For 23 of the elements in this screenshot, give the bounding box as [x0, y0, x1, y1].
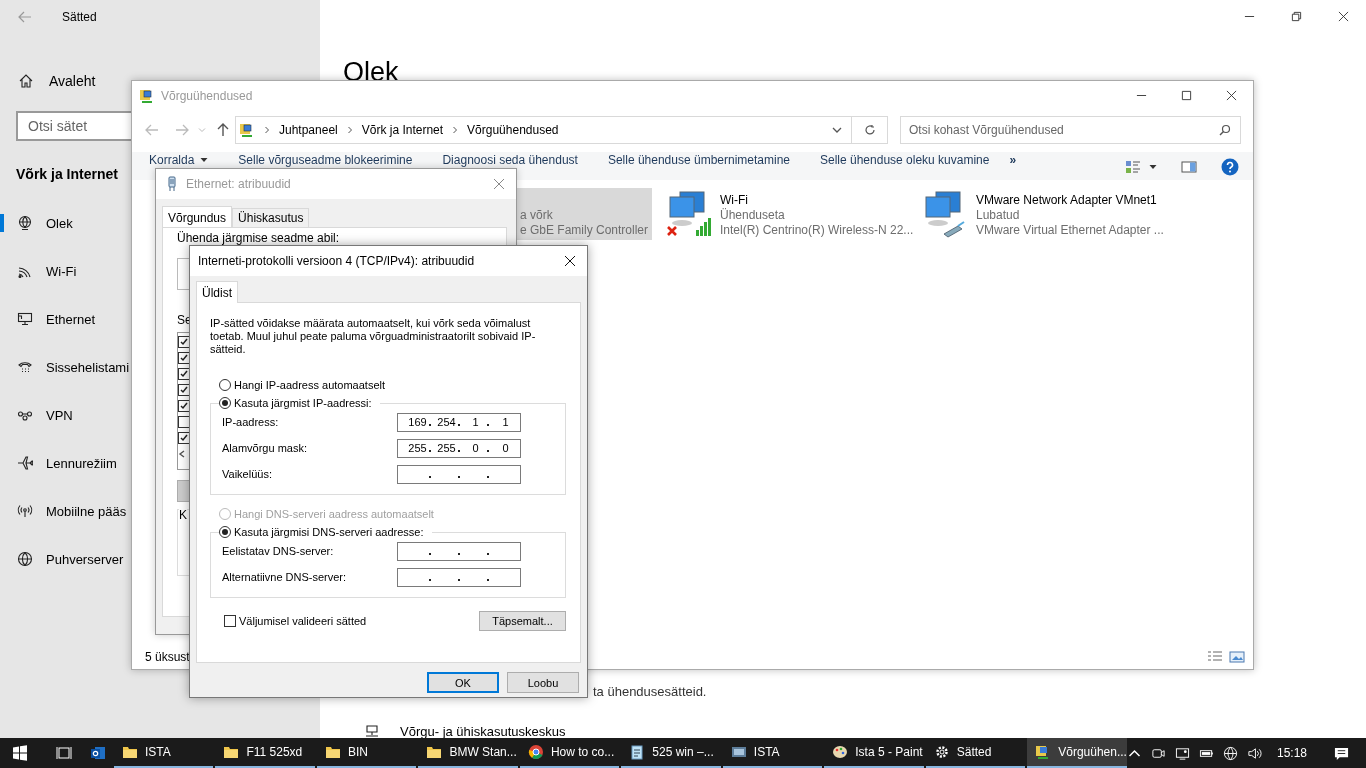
- field-label: Alamvõrgu mask:: [222, 442, 308, 454]
- window-title: Võrguühendused: [161, 88, 253, 103]
- adapter-name: Intel(R) Centrino(R) Wireless-N 22...: [720, 223, 914, 238]
- dialog-title: Interneti-protokolli versioon 4 (TCP/IPv4): atribuudid: [198, 254, 475, 268]
- connection-name: Wi-Fi: [720, 193, 749, 208]
- connect-label: Ühenda järgmise seadme abil:: [177, 231, 341, 245]
- connection-status: a võrk: [520, 208, 554, 223]
- field-label: IP-aadress:: [222, 416, 280, 428]
- field-label: Alternatiivne DNS-server:: [222, 571, 348, 583]
- field-label: Eelistatav DNS-server:: [222, 545, 335, 557]
- adapter-name: VMware Virtual Ethernet Adapter ...: [976, 223, 1164, 238]
- group-label: K: [179, 508, 187, 522]
- connection-status: Ühenduseta: [720, 208, 786, 223]
- section-heading: Võrk ja Internet: [15, 166, 119, 182]
- field-label: Vaikelüüs:: [222, 468, 273, 480]
- app-title: Sätted: [62, 10, 97, 24]
- item-count: 5 üksust: [145, 650, 190, 664]
- connection-name: VMware Network Adapter VMnet1: [976, 193, 1158, 208]
- intro-text: IP-sätted võidakse määrata automaatselt, kui võrk seda võimalust toetab. Muul juhul peate paluma võrguadministraatorilt sobivaid IP-sätteid.: [210, 317, 537, 356]
- adapter-name: e GbE Family Controller: [520, 223, 649, 238]
- dialog-title: Ethernet: atribuudid: [186, 177, 291, 191]
- connection-status: Lubatud: [976, 208, 1021, 223]
- settings-text: ta ühendusesätteid.: [593, 684, 708, 699]
